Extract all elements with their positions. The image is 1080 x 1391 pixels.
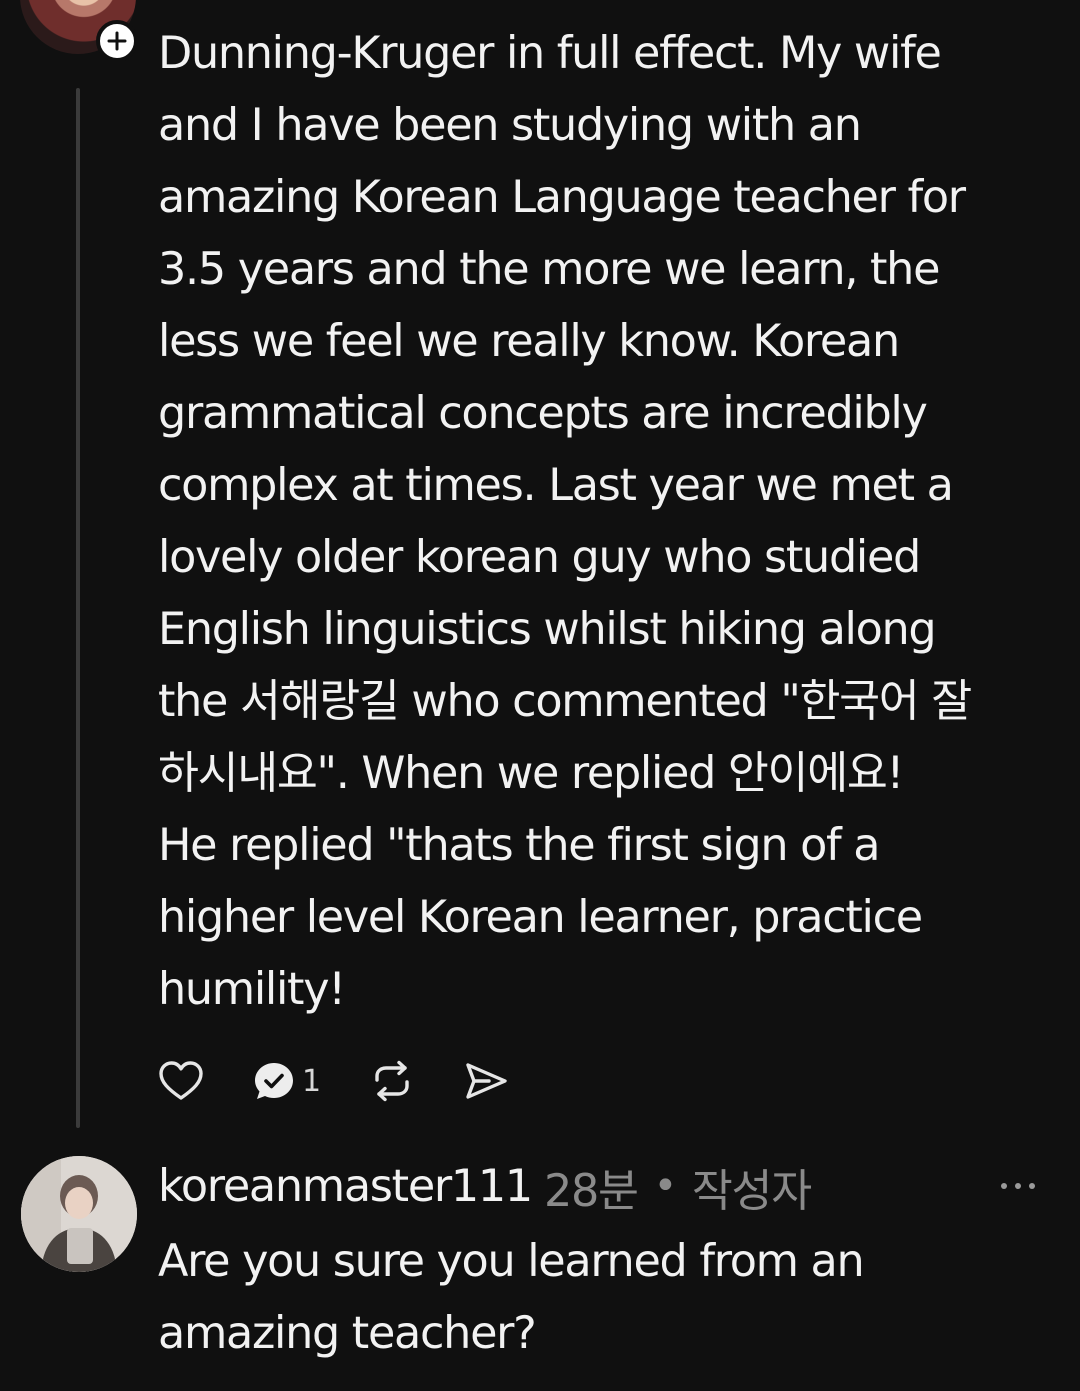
avatar-photo bbox=[21, 1156, 137, 1272]
author-tag: 작성자 bbox=[691, 1165, 812, 1217]
more-options-button[interactable] bbox=[994, 1170, 1042, 1202]
reply-avatar[interactable] bbox=[21, 1156, 137, 1272]
thread-line bbox=[76, 88, 80, 1128]
reply-text: Are you sure you learned from an amazing… bbox=[158, 1236, 865, 1359]
plus-icon bbox=[107, 31, 127, 51]
post-actions-bar: 1 bbox=[158, 1058, 557, 1104]
heart-icon bbox=[159, 1061, 203, 1100]
comment-button[interactable]: 1 bbox=[252, 1060, 321, 1102]
repost-icon bbox=[375, 1060, 409, 1102]
send-icon bbox=[466, 1063, 507, 1099]
parent-post-text: Dunning-Kruger in full effect. My wife a… bbox=[158, 28, 972, 1015]
reply-header: koreanmaster111 28분 • 작성자 bbox=[158, 1150, 812, 1222]
share-button[interactable] bbox=[463, 1060, 509, 1102]
like-button[interactable] bbox=[158, 1060, 204, 1102]
comment-icon bbox=[255, 1063, 293, 1099]
separator-dot: • bbox=[653, 1163, 678, 1209]
comment-count: 1 bbox=[302, 1063, 322, 1099]
follow-plus-button[interactable] bbox=[96, 20, 138, 62]
reply-username[interactable]: koreanmaster111 bbox=[158, 1161, 533, 1212]
repost-button[interactable] bbox=[369, 1060, 415, 1102]
more-icon bbox=[1001, 1183, 1035, 1189]
reply-timestamp: 28분 bbox=[543, 1165, 639, 1217]
